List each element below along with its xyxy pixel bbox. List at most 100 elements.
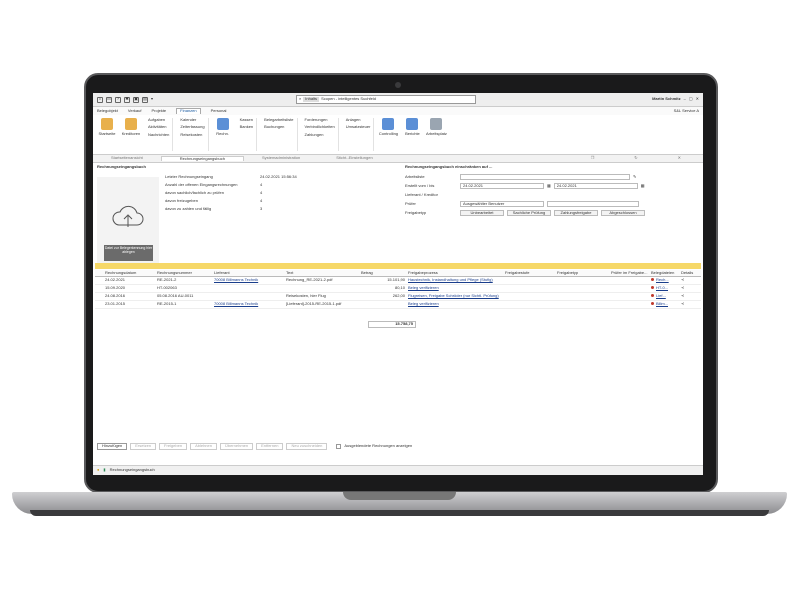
column-header[interactable]: Freigabeprozess xyxy=(408,270,505,275)
process-link[interactable]: Flugreisen, Freigabe Schröder (nur Sicht… xyxy=(408,293,505,298)
menu-item[interactable]: Verkauf xyxy=(128,108,142,113)
document-link[interactable]: Lief... xyxy=(651,294,681,298)
maximize-icon[interactable]: ▢ xyxy=(689,96,693,101)
table-row[interactable]: 23.01.2015 RE-2015-1 70008 Billmanns Tec… xyxy=(95,301,701,309)
ribbon-aktivitaeten[interactable]: Aktivitäten xyxy=(148,124,169,129)
ribbon-belegarbeitsliste[interactable]: Belegarbeitsliste xyxy=(264,117,293,122)
share-icon[interactable]: ≺ xyxy=(681,285,701,290)
search-scope[interactable]: Inhalts xyxy=(303,96,320,102)
ribbon-kalender[interactable]: Kalender xyxy=(180,117,204,122)
search-input[interactable]: ⌕ Inhalts Scopen - intelligentes Suchfel… xyxy=(296,95,477,104)
process-link[interactable]: Beleg verifizieren xyxy=(408,285,505,290)
column-header[interactable]: Text xyxy=(286,270,361,275)
ribbon-zahlungen[interactable]: Zahlungen xyxy=(305,132,335,137)
ribbon-aufgaben[interactable]: Aufgaben xyxy=(148,117,169,122)
uebernehmen-button[interactable]: Übernehmen xyxy=(219,443,254,450)
table-row[interactable]: 24.08.2016 05.08.2016 AU-0011 Reisekoste… xyxy=(95,293,701,301)
column-header[interactable]: Rechnungsdatum xyxy=(105,270,157,275)
ribbon-berichte[interactable]: Berichte xyxy=(402,118,422,151)
menu-item[interactable]: Personal xyxy=(211,108,227,113)
help-icon[interactable]: ? xyxy=(115,96,121,103)
supplier-link[interactable]: 70008 Billmanns Technik xyxy=(214,277,286,282)
copy-icon[interactable]: ❐ xyxy=(573,155,613,160)
chevron-down-icon[interactable]: ▾ xyxy=(151,96,153,101)
document-link[interactable]: Billm... xyxy=(651,302,681,306)
menu-item-finanzen[interactable]: Finanzen xyxy=(176,108,201,114)
process-link[interactable]: Beleg verifizieren xyxy=(408,301,505,306)
ribbon-nachrichten[interactable]: Nachrichten xyxy=(148,132,169,137)
ribbon-group-belege: Belegarbeitsliste Buchungen xyxy=(261,117,298,151)
ribbon-banken[interactable]: Banken xyxy=(240,124,254,129)
ribbon-arbeitsplatz[interactable]: Arbeitsplatz xyxy=(426,118,447,151)
zuschneiden-button[interactable]: Neu zuschneiden xyxy=(286,443,328,450)
column-header[interactable]: Belegdateien xyxy=(651,270,681,275)
edit-icon[interactable]: ✎ xyxy=(633,174,636,179)
column-header[interactable]: Prüfer im Freigabe... xyxy=(611,270,651,275)
ribbon-kassen[interactable]: Kassen xyxy=(240,117,254,122)
ribbon-anlagen[interactable]: Anlagen xyxy=(346,117,371,122)
ribbon-zeiterfassung[interactable]: Zeiterfassung xyxy=(180,124,204,129)
tab-startseitenansicht[interactable]: Startseitenansicht xyxy=(93,155,161,160)
freigabe-sachlich-button[interactable]: Sachliche Prüfung xyxy=(507,209,551,216)
document-link[interactable]: Rech... xyxy=(651,278,681,282)
save-icon[interactable]: ▣ xyxy=(133,96,139,103)
close-icon[interactable]: ✕ xyxy=(696,96,699,101)
user-name[interactable]: Martin Schmitz xyxy=(652,96,680,101)
ablehnen-button[interactable]: Ablehnen xyxy=(190,443,217,450)
freigeben-button[interactable]: Freigeben xyxy=(159,443,188,450)
share-icon[interactable]: ≺ xyxy=(681,301,701,306)
freigabe-abgeschlossen-button[interactable]: Abgeschlossen xyxy=(601,209,645,216)
pruefer-select[interactable]: Ausgewählter Benutzer xyxy=(460,200,544,207)
print-icon[interactable]: ▤ xyxy=(142,96,148,103)
ribbon-startseite[interactable]: Startseite xyxy=(97,118,117,151)
table-row[interactable]: 15.09.2020 HT-002063 80,10 Beleg verifiz… xyxy=(95,285,701,293)
ribbon-buchungen[interactable]: Buchungen xyxy=(264,124,293,129)
share-icon[interactable]: ≺ xyxy=(681,277,701,282)
table-row[interactable]: 24.02.2021 RE-2021-2 70008 Billmanns Tec… xyxy=(95,277,701,285)
calendar-icon[interactable]: ▦ xyxy=(641,183,645,188)
minimize-icon[interactable]: – xyxy=(684,96,686,101)
menu-item[interactable]: Projekte xyxy=(151,108,166,113)
entfernen-button[interactable]: Entfernen xyxy=(256,443,284,450)
column-header[interactable]: Freigabetyp xyxy=(557,270,611,275)
filter-strip[interactable] xyxy=(95,263,701,269)
supplier-link[interactable]: 70008 Billmanns Technik xyxy=(214,301,286,306)
gear-icon[interactable]: ✱ xyxy=(124,96,130,103)
refresh-icon[interactable]: ↻ xyxy=(616,155,655,160)
freigabe-unbearbeitet-button[interactable]: Unbearbeitet xyxy=(460,209,504,216)
column-header[interactable]: Rechnungsnummer xyxy=(157,270,214,275)
hinzufuegen-button[interactable]: Hinzufügen xyxy=(97,443,128,450)
tab-rechnungseingangsbuch[interactable]: Rechnungseingangsbuch xyxy=(160,155,244,162)
ribbon-rechnungen[interactable]: Rechn. xyxy=(213,118,233,151)
ribbon-forderungen[interactable]: Forderungen xyxy=(305,117,335,122)
document-link[interactable]: HT-0... xyxy=(651,286,681,290)
close-tab-icon[interactable]: ✕ xyxy=(660,155,699,160)
home-icon[interactable]: ⌂ xyxy=(97,96,103,103)
folder-icon[interactable]: ▭ xyxy=(106,96,112,103)
column-header[interactable]: Details xyxy=(681,270,701,275)
share-icon[interactable]: ≺ xyxy=(681,293,701,298)
date-from-input[interactable]: 24.02.2021 xyxy=(460,182,544,189)
calendar-icon[interactable]: ▦ xyxy=(547,183,551,188)
ersetzen-button[interactable]: Ersetzen xyxy=(130,443,157,450)
ribbon-controlling[interactable]: Controlling xyxy=(378,118,398,151)
ribbon-group-anlagen: Anlagen Umsatzsteuer xyxy=(343,117,375,151)
pruefer-user-select[interactable] xyxy=(547,200,639,207)
ribbon-umsatzsteuer[interactable]: Umsatzsteuer xyxy=(346,124,371,129)
date-to-input[interactable]: 24.02.2021 xyxy=(553,182,638,189)
column-header[interactable]: Freigabestufe xyxy=(505,270,557,275)
show-hidden-checkbox[interactable] xyxy=(336,444,342,449)
upload-dropzone[interactable]: Datei zur Belegerkennung hier ablegen xyxy=(97,177,159,267)
arbeitsliste-select[interactable] xyxy=(460,173,630,180)
ribbon-reisekosten[interactable]: Reisekosten xyxy=(180,132,204,137)
tab-systemadministration[interactable]: Systemadministration xyxy=(244,155,318,160)
ribbon-kreditoren[interactable]: Kreditoren xyxy=(121,118,141,151)
menu-item[interactable]: Belegobjekt xyxy=(97,108,118,113)
ribbon-verbindlichkeiten[interactable]: Verbindlichkeiten xyxy=(305,124,335,129)
tab-einstellungen[interactable]: Sticht.-Einstellungen xyxy=(318,155,390,160)
column-header[interactable]: Lieferant xyxy=(214,270,286,275)
column-header[interactable]: Betrag xyxy=(361,270,408,275)
stats-list: Letzter Rechnungseingang 24.02.2021 15:56… xyxy=(165,173,385,213)
process-link[interactable]: Haustechnik, Instandhaltung und Pflege (… xyxy=(408,277,505,282)
freigabe-zahlung-button[interactable]: Zahlungsfreigabe xyxy=(554,209,598,216)
